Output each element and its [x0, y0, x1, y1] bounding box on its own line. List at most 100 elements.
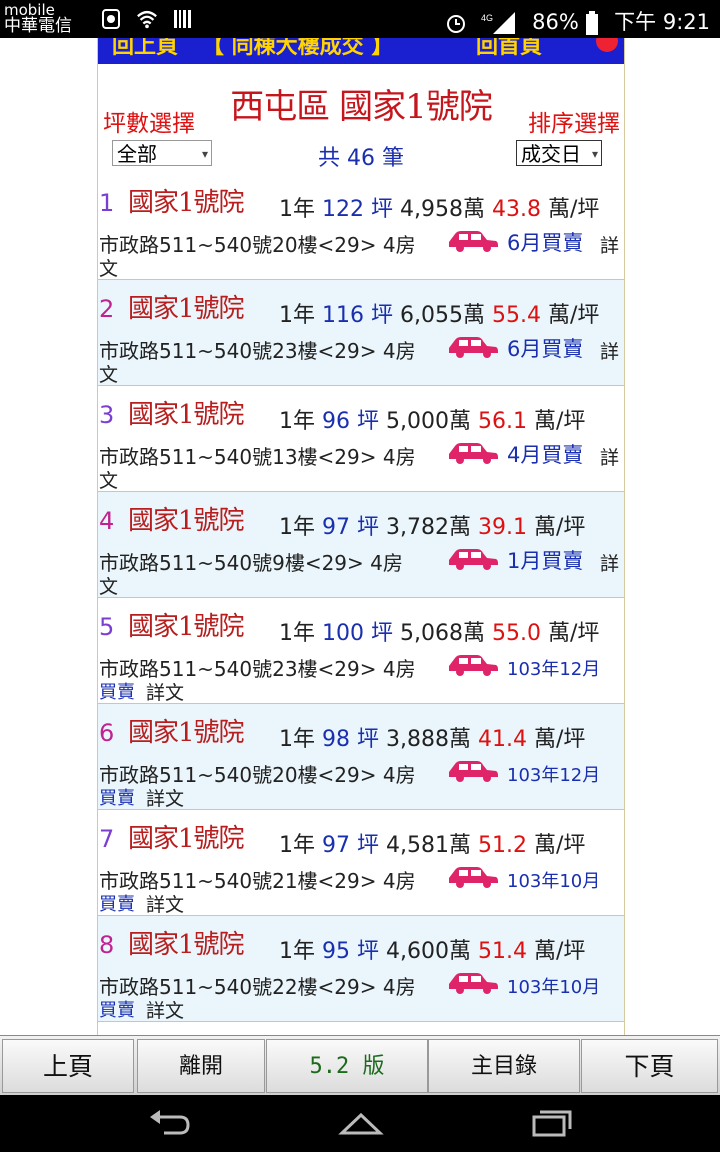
transaction-month: 103年12月: [507, 765, 601, 786]
record-number: 8: [99, 931, 115, 959]
record-number: 6: [99, 719, 115, 747]
page-header: 西屯區 國家1號院 坪數選擇 排序選擇 全部 ▾ 共 46 筆 成交日 ▾: [98, 64, 624, 174]
unit-price: 41.4: [478, 727, 527, 752]
transaction-type: 買賣: [99, 1000, 135, 1021]
car-icon: [447, 440, 499, 464]
system-nav-bar: [0, 1095, 720, 1152]
detail-link[interactable]: 詳: [600, 443, 619, 470]
transaction-type: 買賣: [99, 894, 135, 915]
list-item[interactable]: 3 國家1號院 1年 96 坪 5,000萬 56.1 萬/坪 市政路511~540號…: [98, 386, 624, 492]
record-summary: 1年 97 坪 3,782萬 39.1 萬/坪: [279, 509, 585, 541]
main-menu-button[interactable]: 主目錄: [428, 1039, 580, 1093]
exit-button[interactable]: 離開: [137, 1039, 265, 1093]
transaction-list: 1 國家1號院 1年 122 坪 4,958萬 43.8 萬/坪市政路511~540…: [98, 174, 624, 1022]
barcode-icon: [174, 10, 191, 28]
total-price: 5,068萬: [400, 621, 485, 646]
bottom-toolbar: 上頁 離開 5.2 版 主目錄 下頁: [0, 1035, 720, 1096]
detail-link[interactable]: 詳: [600, 231, 619, 258]
building-name: 國家1號院: [128, 718, 245, 748]
transaction-month: 103年10月: [507, 871, 601, 892]
carrier-label: mobile 中華電信: [4, 2, 72, 36]
record-summary: 1年 98 坪 3,888萬 41.4 萬/坪: [279, 721, 585, 753]
record-summary: 1年 96 坪 5,000萬 56.1 萬/坪: [279, 403, 585, 435]
transaction-month: 6月買賣: [507, 337, 584, 361]
detail-link[interactable]: 詳文: [146, 890, 184, 917]
battery-percent: 86%: [532, 10, 579, 34]
building-age: 1年: [279, 409, 315, 434]
list-item[interactable]: 4 國家1號院 1年 97 坪 3,782萬 39.1 萬/坪 市政路511~540號…: [98, 492, 624, 598]
top-home-link[interactable]: 回首頁: [476, 38, 542, 60]
unit-price: 51.4: [478, 939, 527, 964]
area-ping: 97: [322, 833, 350, 858]
car-icon: [447, 864, 499, 888]
list-item[interactable]: 6 國家1號院 1年 98 坪 3,888萬 41.4 萬/坪 市政路511~540號…: [98, 704, 624, 810]
area-unit: 坪: [371, 197, 394, 222]
svg-text:4G: 4G: [481, 13, 493, 23]
list-item[interactable]: 7 國家1號院 1年 97 坪 4,581萬 51.2 萬/坪 市政路511~540號…: [98, 810, 624, 916]
detail-link[interactable]: 詳文: [146, 996, 184, 1023]
total-price: 3,782萬: [386, 515, 471, 540]
record-number: 7: [99, 825, 115, 853]
record-summary: 1年 122 坪 4,958萬 43.8 萬/坪: [279, 191, 599, 223]
total-price: 5,000萬: [386, 409, 471, 434]
detail-link[interactable]: 詳文: [146, 678, 184, 705]
record-summary: 1年 95 坪 4,600萬 51.4 萬/坪: [279, 933, 585, 965]
record-number: 5: [99, 613, 115, 641]
home-icon[interactable]: [336, 1107, 386, 1139]
close-icon[interactable]: [596, 38, 618, 52]
building-age: 1年: [279, 727, 315, 752]
area-unit: 坪: [357, 409, 380, 434]
building-age: 1年: [279, 515, 315, 540]
sort-select-label: 排序選擇: [528, 111, 620, 137]
list-item[interactable]: 5 國家1號院 1年 100 坪 5,068萬 55.0 萬/坪 市政路511~540…: [98, 598, 624, 704]
record-number: 1: [99, 189, 115, 217]
building-age: 1年: [279, 303, 315, 328]
alarm-icon: [446, 15, 465, 33]
sort-select-value: 成交日: [521, 142, 581, 166]
area-ping: 122: [322, 197, 364, 222]
unit-price-label: 萬/坪: [533, 727, 586, 752]
record-summary: 1年 97 坪 4,581萬 51.2 萬/坪: [279, 827, 585, 859]
detail-link-cont[interactable]: 文: [99, 360, 118, 387]
clock: 下午 9:21: [614, 10, 710, 34]
back-icon[interactable]: [144, 1107, 194, 1139]
detail-link[interactable]: 詳: [600, 337, 619, 364]
next-page-button[interactable]: 下頁: [581, 1039, 718, 1093]
list-item[interactable]: 8 國家1號院 1年 95 坪 4,600萬 51.4 萬/坪 市政路511~540號…: [98, 916, 624, 1022]
area-unit: 坪: [357, 727, 380, 752]
transaction-month: 103年10月: [507, 977, 601, 998]
list-item[interactable]: 1 國家1號院 1年 122 坪 4,958萬 43.8 萬/坪 市政路511~540…: [98, 174, 624, 280]
area-unit: 坪: [357, 515, 380, 540]
area-unit: 坪: [371, 303, 394, 328]
unit-price: 56.1: [478, 409, 527, 434]
area-ping: 96: [322, 409, 350, 434]
sort-select[interactable]: 成交日 ▾: [516, 140, 602, 166]
area-ping: 95: [322, 939, 350, 964]
recent-apps-icon[interactable]: [526, 1107, 576, 1139]
detail-link-cont[interactable]: 文: [99, 466, 118, 493]
detail-link[interactable]: 詳文: [146, 784, 184, 811]
car-icon: [447, 546, 499, 570]
prev-page-button[interactable]: 上頁: [2, 1039, 134, 1093]
area-ping: 97: [322, 515, 350, 540]
address: 市政路511~540號20樓<29> 4房: [99, 233, 416, 257]
carrier-bottom: 中華電信: [4, 16, 72, 36]
detail-link[interactable]: 詳: [600, 549, 619, 576]
building-name: 國家1號院: [128, 294, 245, 324]
record-summary: 1年 116 坪 6,055萬 55.4 萬/坪: [279, 297, 599, 329]
car-icon: [447, 228, 499, 252]
building-age: 1年: [279, 833, 315, 858]
version-label: 5.2 版: [266, 1039, 428, 1093]
building-age: 1年: [279, 197, 315, 222]
unit-price-label: 萬/坪: [533, 939, 586, 964]
record-number: 4: [99, 507, 115, 535]
detail-link-cont[interactable]: 文: [99, 254, 118, 281]
list-item[interactable]: 2 國家1號院 1年 116 坪 6,055萬 55.4 萬/坪 市政路511~540…: [98, 280, 624, 386]
detail-link-cont[interactable]: 文: [99, 572, 118, 599]
top-prev-link[interactable]: 回上頁: [112, 38, 178, 60]
transaction-month: 103年12月: [507, 659, 601, 680]
unit-price-label: 萬/坪: [533, 833, 586, 858]
top-same-building-link[interactable]: 【 同棟大樓成交 】: [202, 38, 393, 60]
total-price: 4,581萬: [386, 833, 471, 858]
transaction-month: 4月買賣: [507, 443, 584, 467]
